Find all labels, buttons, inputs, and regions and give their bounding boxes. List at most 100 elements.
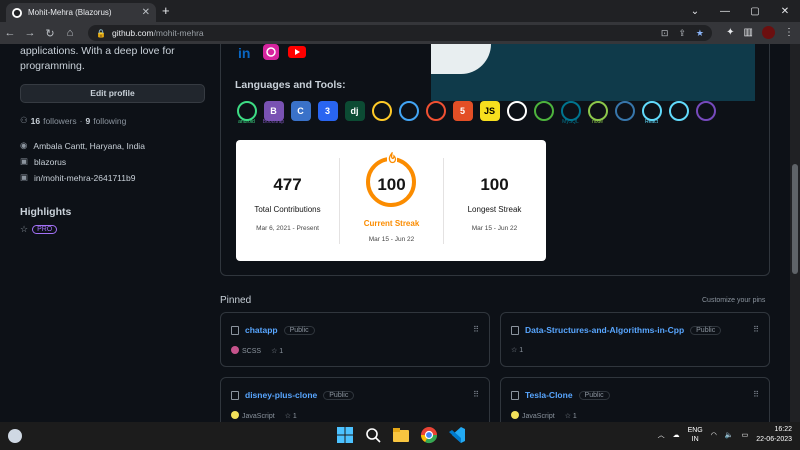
repo-name-link[interactable]: Data-Structures-and-Algorithms-in-Cpp <box>525 325 684 335</box>
visibility-badge: Public <box>690 325 722 335</box>
repo-icon <box>511 390 519 400</box>
longest-streak-stat: 100 Longest Streak Mar 15 - Jun 22 <box>443 140 546 261</box>
youtube-social-icon[interactable] <box>287 44 307 62</box>
maximize-button[interactable]: ▢ <box>740 6 770 17</box>
current-streak-label: Current Streak <box>363 219 420 228</box>
repo-stars[interactable]: ☆ 1 <box>511 346 523 354</box>
instagram-social-icon[interactable] <box>261 44 281 62</box>
close-window-button[interactable]: ✕ <box>770 6 800 17</box>
forward-icon[interactable]: → <box>20 27 40 39</box>
react-icon: React <box>640 101 663 125</box>
chrome-icon[interactable] <box>420 426 438 444</box>
page-scrollbar[interactable] <box>790 44 800 422</box>
new-tab-button[interactable]: + <box>162 3 170 18</box>
followers-label[interactable]: followers <box>43 116 77 126</box>
bootstrap-icon: B Bootstrap <box>262 101 285 125</box>
social-account-icon: ▣ <box>20 156 29 166</box>
current-streak-value: 100 <box>377 175 406 194</box>
star-icon: ☆ <box>20 224 29 234</box>
url-text: github.com/mohit-mehra <box>111 28 204 38</box>
android-icon: android <box>235 101 258 125</box>
share-icon[interactable]: ⇪ <box>678 28 686 39</box>
install-app-icon[interactable]: ⊡ <box>661 28 669 39</box>
vscode-icon[interactable] <box>448 426 466 444</box>
profile-avatar-icon[interactable] <box>762 26 775 39</box>
extensions-icon[interactable]: ✦ <box>726 27 734 38</box>
longest-streak-label: Longest Streak <box>467 205 522 214</box>
current-streak-stat: 100 Current Streak Mar 15 - Jun 22 <box>340 140 443 261</box>
menu-icon[interactable]: ⋮ <box>784 27 794 38</box>
linkedin-social-icon[interactable]: in <box>235 44 255 62</box>
repo-language: JavaScript <box>231 411 275 420</box>
taskbar-apps <box>336 426 466 444</box>
volume-icon[interactable]: 🔈 <box>725 431 734 439</box>
language-dot-icon <box>231 411 239 419</box>
linkedin-row: ▣ in/mohit-mehra-2641711b9 <box>20 172 135 183</box>
sidepanel-icon[interactable]: ▥ <box>744 27 753 38</box>
bookmark-star-icon[interactable]: ★ <box>696 28 704 39</box>
repo-stars[interactable]: ☆ 1 <box>565 412 577 420</box>
react-native-icon <box>667 101 690 125</box>
drag-handle-icon[interactable]: ⠿ <box>473 390 479 399</box>
repo-name-link[interactable]: disney-plus-clone <box>245 390 317 400</box>
customize-pins-link[interactable]: Customize your pins <box>702 297 765 304</box>
chevron-up-icon[interactable]: ︿ <box>658 430 665 440</box>
profile-readme: in Languages and Tools: android B Bootstra… <box>220 44 770 276</box>
minimize-button[interactable]: — <box>710 6 740 17</box>
css3-icon: 3 <box>316 101 339 125</box>
tab-search-icon[interactable]: ⌄ <box>680 6 710 17</box>
pro-badge[interactable]: PRO <box>32 225 58 234</box>
input-language[interactable]: ENG IN <box>688 426 703 444</box>
repo-stars[interactable]: ☆ 1 <box>271 347 283 355</box>
edit-profile-button[interactable]: Edit profile <box>20 84 205 103</box>
clock[interactable]: 16:22 22-06-2023 <box>756 425 792 445</box>
repo-name-link[interactable]: Tesla-Clone <box>525 390 573 400</box>
reload-icon[interactable]: ↻ <box>40 27 60 40</box>
visibility-badge: Public <box>578 390 610 400</box>
browser-tab[interactable]: Mohit-Mehra (Blazorus) ✕ <box>6 3 156 22</box>
address-bar[interactable]: 🔒 github.com/mohit-mehra ⊡ ⇪ ★ <box>88 25 712 41</box>
browser-tab-strip: Mohit-Mehra (Blazorus) ✕ + ⌄ — ▢ ✕ <box>0 0 800 22</box>
drag-handle-icon[interactable]: ⠿ <box>753 325 759 334</box>
linux-icon <box>505 101 528 125</box>
battery-icon[interactable]: ▭ <box>742 431 749 439</box>
tab-title: Mohit-Mehra (Blazorus) <box>28 8 112 17</box>
svg-text:in: in <box>238 45 250 61</box>
drag-handle-icon[interactable]: ⠿ <box>473 325 479 334</box>
wifi-icon[interactable]: ◠ <box>711 431 717 439</box>
repo-stars[interactable]: ☆ 1 <box>285 412 297 420</box>
onedrive-cloud-icon[interactable]: ☁ <box>673 431 680 439</box>
repo-name-link[interactable]: chatapp <box>245 325 278 335</box>
profile-sidebar: applications. With a deep love for progr… <box>20 44 206 234</box>
git-icon <box>424 101 447 125</box>
home-icon[interactable]: ⌂ <box>60 27 80 39</box>
total-contributions-value: 477 <box>273 175 302 194</box>
repo-language: JavaScript <box>511 411 555 420</box>
weather-icon[interactable] <box>8 429 22 443</box>
flutter-icon <box>397 101 420 125</box>
pinned-repo-card: Data-Structures-and-Algorithms-in-Cpp Pub… <box>500 312 770 367</box>
browser-toolbar: ← → ↻ ⌂ 🔒 github.com/mohit-mehra ⊡ ⇪ ★ ✦… <box>0 22 800 44</box>
scrollbar-thumb[interactable] <box>792 164 798 274</box>
linkedin-icon: ▣ <box>20 172 29 182</box>
back-icon[interactable]: ← <box>0 27 20 39</box>
tab-close-icon[interactable]: ✕ <box>142 7 150 18</box>
following-label[interactable]: following <box>93 116 126 126</box>
streak-stats-card: 477 Total Contributions Mar 6, 2021 - Pr… <box>236 140 546 261</box>
profile-bio: applications. With a deep love for progr… <box>20 45 175 72</box>
linkedin-link[interactable]: in/mohit-mehra-2641711b9 <box>34 173 135 183</box>
followers-count[interactable]: 16 <box>31 116 40 126</box>
username-link[interactable]: blazorus <box>34 157 66 167</box>
drag-handle-icon[interactable]: ⠿ <box>753 390 759 399</box>
fire-icon <box>387 151 397 164</box>
search-icon[interactable] <box>364 426 382 444</box>
total-contributions-stat: 477 Total Contributions Mar 6, 2021 - Pr… <box>236 140 339 261</box>
windows-taskbar: ︿ ☁ ENG IN ◠ 🔈 ▭ 16:22 22-06-2023 <box>0 422 800 450</box>
window-controls: ⌄ — ▢ ✕ <box>680 0 800 22</box>
tool-icons-row: android B Bootstrap C 3 dj 5 JS MySQL node React <box>235 101 717 125</box>
windows-start-icon[interactable] <box>336 426 354 444</box>
repo-icon <box>231 390 239 400</box>
following-count[interactable]: 9 <box>85 116 90 126</box>
file-explorer-icon[interactable] <box>392 426 410 444</box>
django-icon: dj <box>343 101 366 125</box>
